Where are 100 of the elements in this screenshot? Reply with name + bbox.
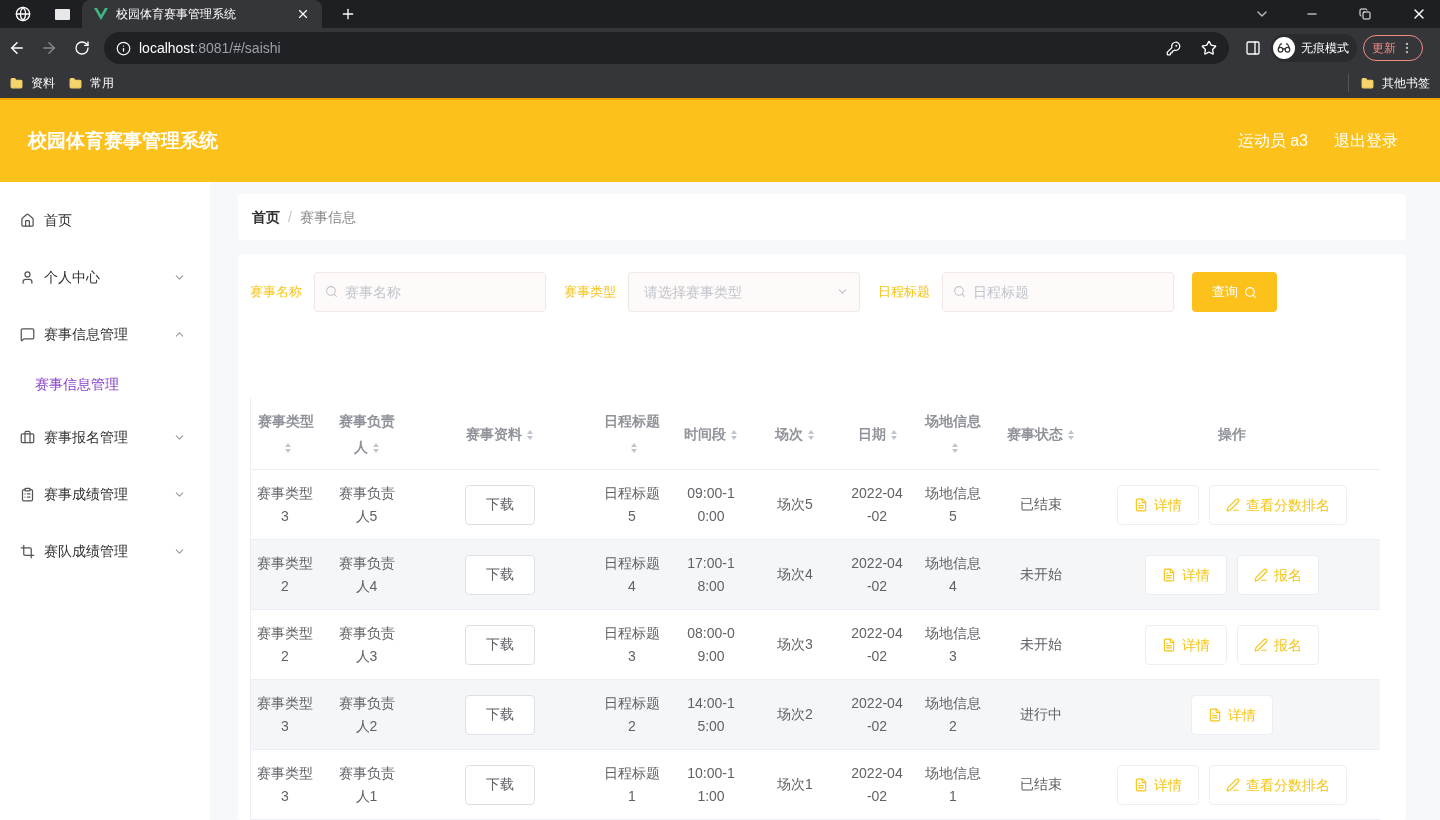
table-cell-text: 17:00-18:00 [686, 553, 736, 596]
bookmark-folder[interactable]: 常用 [69, 74, 114, 92]
table-cell-text: 未开始 [1019, 565, 1062, 584]
user-name: 运动员 a3 [1237, 131, 1308, 151]
star-icon[interactable] [1201, 40, 1217, 56]
table-cell-text: 日程标题4 [603, 553, 661, 596]
search-field[interactable]: 赛事名称 [314, 272, 546, 312]
table-cell-text: 2022-04-02 [850, 763, 904, 806]
download-button[interactable]: 下载 [465, 764, 535, 805]
document-icon [1162, 567, 1176, 582]
globe-icon[interactable] [15, 6, 31, 22]
user-icon [20, 270, 35, 285]
reload-icon[interactable] [74, 40, 90, 56]
search-icon [1244, 285, 1257, 299]
table-cell-text: 场次4 [777, 565, 813, 584]
table-cell-text: 场地信息1 [924, 763, 982, 806]
briefcase-icon [20, 430, 35, 445]
download-button[interactable]: 下载 [465, 624, 535, 665]
table-cell-text: 场地信息3 [924, 623, 982, 666]
breadcrumb-link[interactable]: 首页 [252, 206, 280, 228]
sidebar-item[interactable]: 赛事报名管理 [0, 409, 210, 466]
breadcrumb-separator: / [288, 207, 292, 227]
restore-icon[interactable] [1359, 8, 1371, 20]
side-panel-icon[interactable] [1245, 40, 1261, 56]
table-cell-text: 赛事负责人3 [337, 623, 396, 666]
url-text: localhost:8081/#/saishi [139, 38, 281, 58]
bookmark-folder[interactable]: 资料 [10, 74, 55, 92]
close-icon[interactable] [296, 7, 310, 21]
column-header: 日程标题 [586, 407, 678, 460]
document-icon [1208, 707, 1222, 722]
column-header: 操作 [1217, 424, 1247, 444]
v-logo-icon [94, 8, 108, 20]
incognito-icon [1273, 37, 1295, 59]
table-cell-text: 10:00-11:00 [686, 763, 736, 806]
column-header: 场次 [744, 420, 846, 447]
download-button[interactable]: 下载 [465, 484, 535, 525]
table-cell-text: 进行中 [1019, 705, 1062, 724]
search-icon [953, 285, 966, 298]
incognito-label: 无痕模式 [1301, 40, 1349, 57]
table-cell-text: 2022-04-02 [850, 483, 904, 526]
download-button[interactable]: 下载 [465, 554, 535, 595]
table-cell-text: 赛事类型2 [256, 623, 314, 666]
pen-icon [1226, 497, 1240, 512]
document-icon [1134, 497, 1148, 512]
select-field[interactable]: 请选择赛事类型 [628, 272, 860, 312]
bookmark-folder[interactable]: 其他书签 [1348, 74, 1430, 92]
table-cell-text: 未开始 [1019, 635, 1062, 654]
breadcrumb-link[interactable]: 赛事信息 [299, 206, 356, 228]
key-icon[interactable] [1166, 40, 1181, 56]
address-bar[interactable]: localhost:8081/#/saishi [104, 32, 1229, 64]
table-cell-text: 赛事类型3 [256, 483, 314, 526]
back-icon[interactable] [8, 39, 26, 57]
table-cell-text: 日程标题3 [603, 623, 661, 666]
sidebar-item[interactable]: 首页 [0, 192, 210, 249]
home-icon [20, 213, 35, 228]
column-header: 日期 [846, 420, 908, 447]
app-title: 校园体育赛事管理系统 [28, 128, 218, 153]
tab-title: 校园体育赛事管理系统 [116, 6, 237, 23]
table-cell-text: 日程标题1 [603, 763, 661, 806]
pen-icon [1254, 567, 1268, 582]
table-cell-text: 赛事类型2 [256, 553, 314, 596]
document-icon [1134, 777, 1148, 792]
table-cell-text: 赛事类型3 [256, 693, 314, 736]
table-cell-text: 日程标题2 [603, 693, 661, 736]
folder-icon [10, 76, 23, 90]
table-cell-text: 2022-04-02 [850, 623, 904, 666]
column-header: 赛事状态 [998, 420, 1083, 447]
table-cell-text: 场地信息4 [924, 553, 982, 596]
browser-tab[interactable]: 校园体育赛事管理系统 [82, 0, 322, 28]
filter-label: 赛事名称 [250, 283, 302, 302]
table-cell-text: 赛事类型3 [256, 763, 314, 806]
table-cell-text: 场次2 [777, 705, 813, 724]
table-cell-text: 09:00-10:00 [686, 483, 736, 526]
table-cell-text: 场地信息2 [924, 693, 982, 736]
table-cell-text: 赛事负责人4 [337, 553, 396, 596]
table-cell-text: 2022-04-02 [850, 693, 904, 736]
filter-label: 赛事类型 [564, 283, 616, 302]
tab-switcher-icon[interactable] [55, 8, 70, 20]
filter-label: 日程标题 [878, 283, 930, 302]
sidebar-item[interactable]: 个人中心 [0, 249, 210, 306]
table-cell-text: 已结束 [1019, 775, 1062, 794]
crop-icon [20, 544, 35, 559]
column-header: 赛事资料 [414, 420, 586, 447]
download-button[interactable]: 下载 [465, 694, 535, 735]
table-cell-text: 08:00-09:00 [686, 623, 736, 666]
table-cell-text: 日程标题5 [603, 483, 661, 526]
search-icon [325, 285, 338, 298]
table-cell-text: 赛事负责人1 [337, 763, 396, 806]
sidebar-item[interactable]: 赛事成绩管理 [0, 466, 210, 523]
document-icon [1162, 637, 1176, 652]
incognito-badge[interactable]: 无痕模式 [1271, 34, 1357, 62]
table-cell-text: 已结束 [1019, 495, 1062, 514]
folder-icon [1361, 76, 1374, 90]
forward-icon[interactable] [40, 39, 58, 57]
column-header: 时间段 [678, 420, 744, 447]
new-tab-icon[interactable] [340, 6, 356, 22]
table-cell-text: 2022-04-02 [850, 553, 904, 596]
search-field[interactable]: 日程标题 [942, 272, 1174, 312]
table-cell-text: 赛事负责人5 [337, 483, 396, 526]
sidebar-item[interactable]: 赛队成绩管理 [0, 523, 210, 580]
